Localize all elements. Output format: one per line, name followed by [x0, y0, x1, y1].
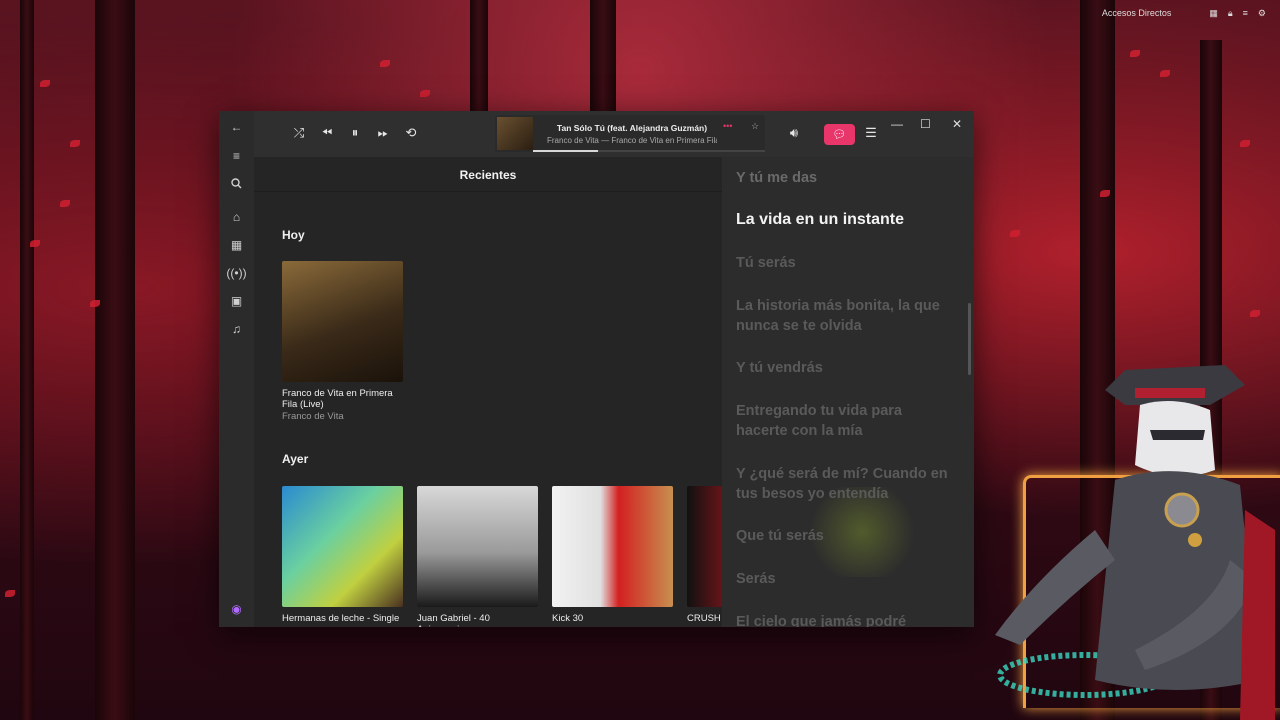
- lyric-line: Serás: [736, 571, 776, 587]
- account-icon[interactable]: ◉: [229, 601, 244, 616]
- settings-icon[interactable]: ⚙: [1258, 8, 1266, 19]
- section-yesterday-label: Ayer: [282, 452, 309, 466]
- home-icon[interactable]: ⌂: [229, 209, 244, 224]
- album-cover: [282, 486, 403, 607]
- lyric-line-active: La vida en un instante: [736, 211, 905, 228]
- album-name: CRUSH: [687, 613, 721, 624]
- album-name: Hermanas de leche - Single: [282, 613, 400, 624]
- shuffle-icon[interactable]: ⤮: [290, 124, 308, 142]
- album-card[interactable]: Kick 30: [552, 486, 673, 624]
- search-icon[interactable]: [229, 176, 244, 191]
- tree-trunk: [470, 0, 488, 115]
- lyric-line: Tú serás: [736, 255, 796, 271]
- lyric-line: Que tú serás: [736, 528, 824, 544]
- menu-icon[interactable]: ≡: [1243, 8, 1248, 18]
- recents-panel: Recientes Hoy Franco de Vita en Primera …: [254, 157, 722, 627]
- library-icon[interactable]: ▣: [229, 293, 244, 308]
- tree-trunk: [95, 0, 135, 720]
- leaf: [60, 200, 70, 207]
- player-header: ⤮ ⏪︎ ⏸︎ ⏩︎ ⟲ Tan Sólo Tú (feat. Alejandr…: [254, 111, 974, 157]
- side-rail: ← ≡ ⌂ ▦ ((•)) ▣ ♫ ◉: [219, 111, 254, 627]
- lock-icon[interactable]: 🔒︎: [1228, 8, 1233, 19]
- grid-icon[interactable]: ▦: [229, 237, 244, 252]
- tree-trunk: [20, 0, 34, 720]
- quick-access-label[interactable]: Accesos Directos: [1102, 8, 1172, 18]
- playlist-icon[interactable]: ♫: [229, 321, 244, 336]
- close-button[interactable]: ✕: [952, 117, 962, 131]
- lyric-line: Y tú vendrás: [736, 360, 823, 376]
- album-cover: [417, 486, 538, 607]
- desktop-topbar: Accesos Directos ▦ 🔒︎ ≡ ⚙: [1102, 4, 1280, 22]
- leaf: [1130, 50, 1140, 57]
- hamburger-icon[interactable]: ≡: [229, 148, 244, 163]
- progress-bar[interactable]: [533, 150, 765, 152]
- album-card[interactable]: Franco de Vita en Primera Fila (Live) Fr…: [282, 261, 403, 422]
- leaf: [420, 90, 430, 97]
- lyric-line: Entregando tu vida para hacerte con la m…: [736, 403, 902, 439]
- leaf: [1100, 190, 1110, 197]
- leaf: [380, 60, 390, 67]
- album-name: Kick 30: [552, 613, 584, 624]
- lyrics-panel[interactable]: Y tú me das La vida en un instante Tú se…: [722, 157, 974, 627]
- section-today-label: Hoy: [282, 228, 305, 242]
- leaf: [30, 240, 40, 247]
- album-cover: [282, 261, 403, 382]
- maximize-button[interactable]: ☐: [920, 117, 931, 131]
- album-card[interactable]: Hermanas de leche - Single: [282, 486, 403, 624]
- album-name: Juan Gabriel - 40 Aniversario: [417, 613, 490, 627]
- leaf: [40, 80, 50, 87]
- lyrics-icon: 💬︎: [832, 129, 847, 141]
- leaf: [1240, 140, 1250, 147]
- track-subtitle: Franco de Vita — Franco de Vita en Prime…: [547, 136, 717, 145]
- previous-icon[interactable]: ⏪︎: [318, 124, 336, 142]
- album-cover: [687, 486, 722, 607]
- music-app-window: ← ≡ ⌂ ▦ ((•)) ▣ ♫ ◉ ⤮ ⏪︎ ⏸︎ ⏩︎ ⟲ Tan Sól…: [219, 111, 974, 627]
- more-options-icon[interactable]: •••: [723, 121, 732, 131]
- leaf: [70, 140, 80, 147]
- next-icon[interactable]: ⏩︎: [374, 124, 392, 142]
- lyric-line: La historia más bonita, la que nunca se …: [736, 298, 940, 334]
- now-playing[interactable]: Tan Sólo Tú (feat. Alejandra Guzmán) Fra…: [495, 115, 765, 152]
- lyric-line: Y ¿qué será de mí? Cuando en tus besos y…: [736, 466, 948, 502]
- progress-fill: [533, 150, 598, 152]
- arrow-left-icon[interactable]: ←: [229, 119, 244, 134]
- divider: [254, 191, 722, 192]
- album-name: Franco de Vita en Primera Fila (Live): [282, 388, 393, 410]
- leaf: [90, 300, 100, 307]
- repeat-icon[interactable]: ⟲: [402, 124, 420, 142]
- avatar-character: [995, 365, 1275, 720]
- album-artist: Franco de Vita: [282, 411, 344, 422]
- leaf: [1250, 310, 1260, 317]
- now-playing-artwork: [497, 117, 533, 150]
- minimize-button[interactable]: —: [891, 117, 903, 131]
- lyric-line: Y tú me das: [736, 170, 818, 186]
- grid-icon[interactable]: ▦: [1209, 8, 1218, 19]
- leaf: [5, 590, 15, 597]
- leaf: [1160, 70, 1170, 77]
- radio-icon[interactable]: ((•)): [226, 265, 246, 280]
- album-cover: [552, 486, 673, 607]
- lyric-line: El cielo que jamás podré: [736, 614, 907, 627]
- queue-icon[interactable]: ☰: [862, 124, 880, 142]
- star-icon[interactable]: ☆: [751, 121, 759, 132]
- album-card[interactable]: Juan Gabriel - 40 Aniversario: [417, 486, 538, 627]
- track-title: Tan Sólo Tú (feat. Alejandra Guzmán): [556, 123, 708, 133]
- leaf: [1010, 230, 1020, 237]
- album-card[interactable]: CRUSH: [687, 486, 722, 624]
- lyrics-button[interactable]: 💬︎: [824, 124, 855, 145]
- pause-icon[interactable]: ⏸︎: [346, 124, 364, 142]
- page-title: Recientes: [459, 168, 517, 182]
- volume-icon[interactable]: 🔊︎: [785, 124, 803, 142]
- tree-trunk: [590, 0, 616, 120]
- lyrics-scrollbar[interactable]: [968, 303, 971, 375]
